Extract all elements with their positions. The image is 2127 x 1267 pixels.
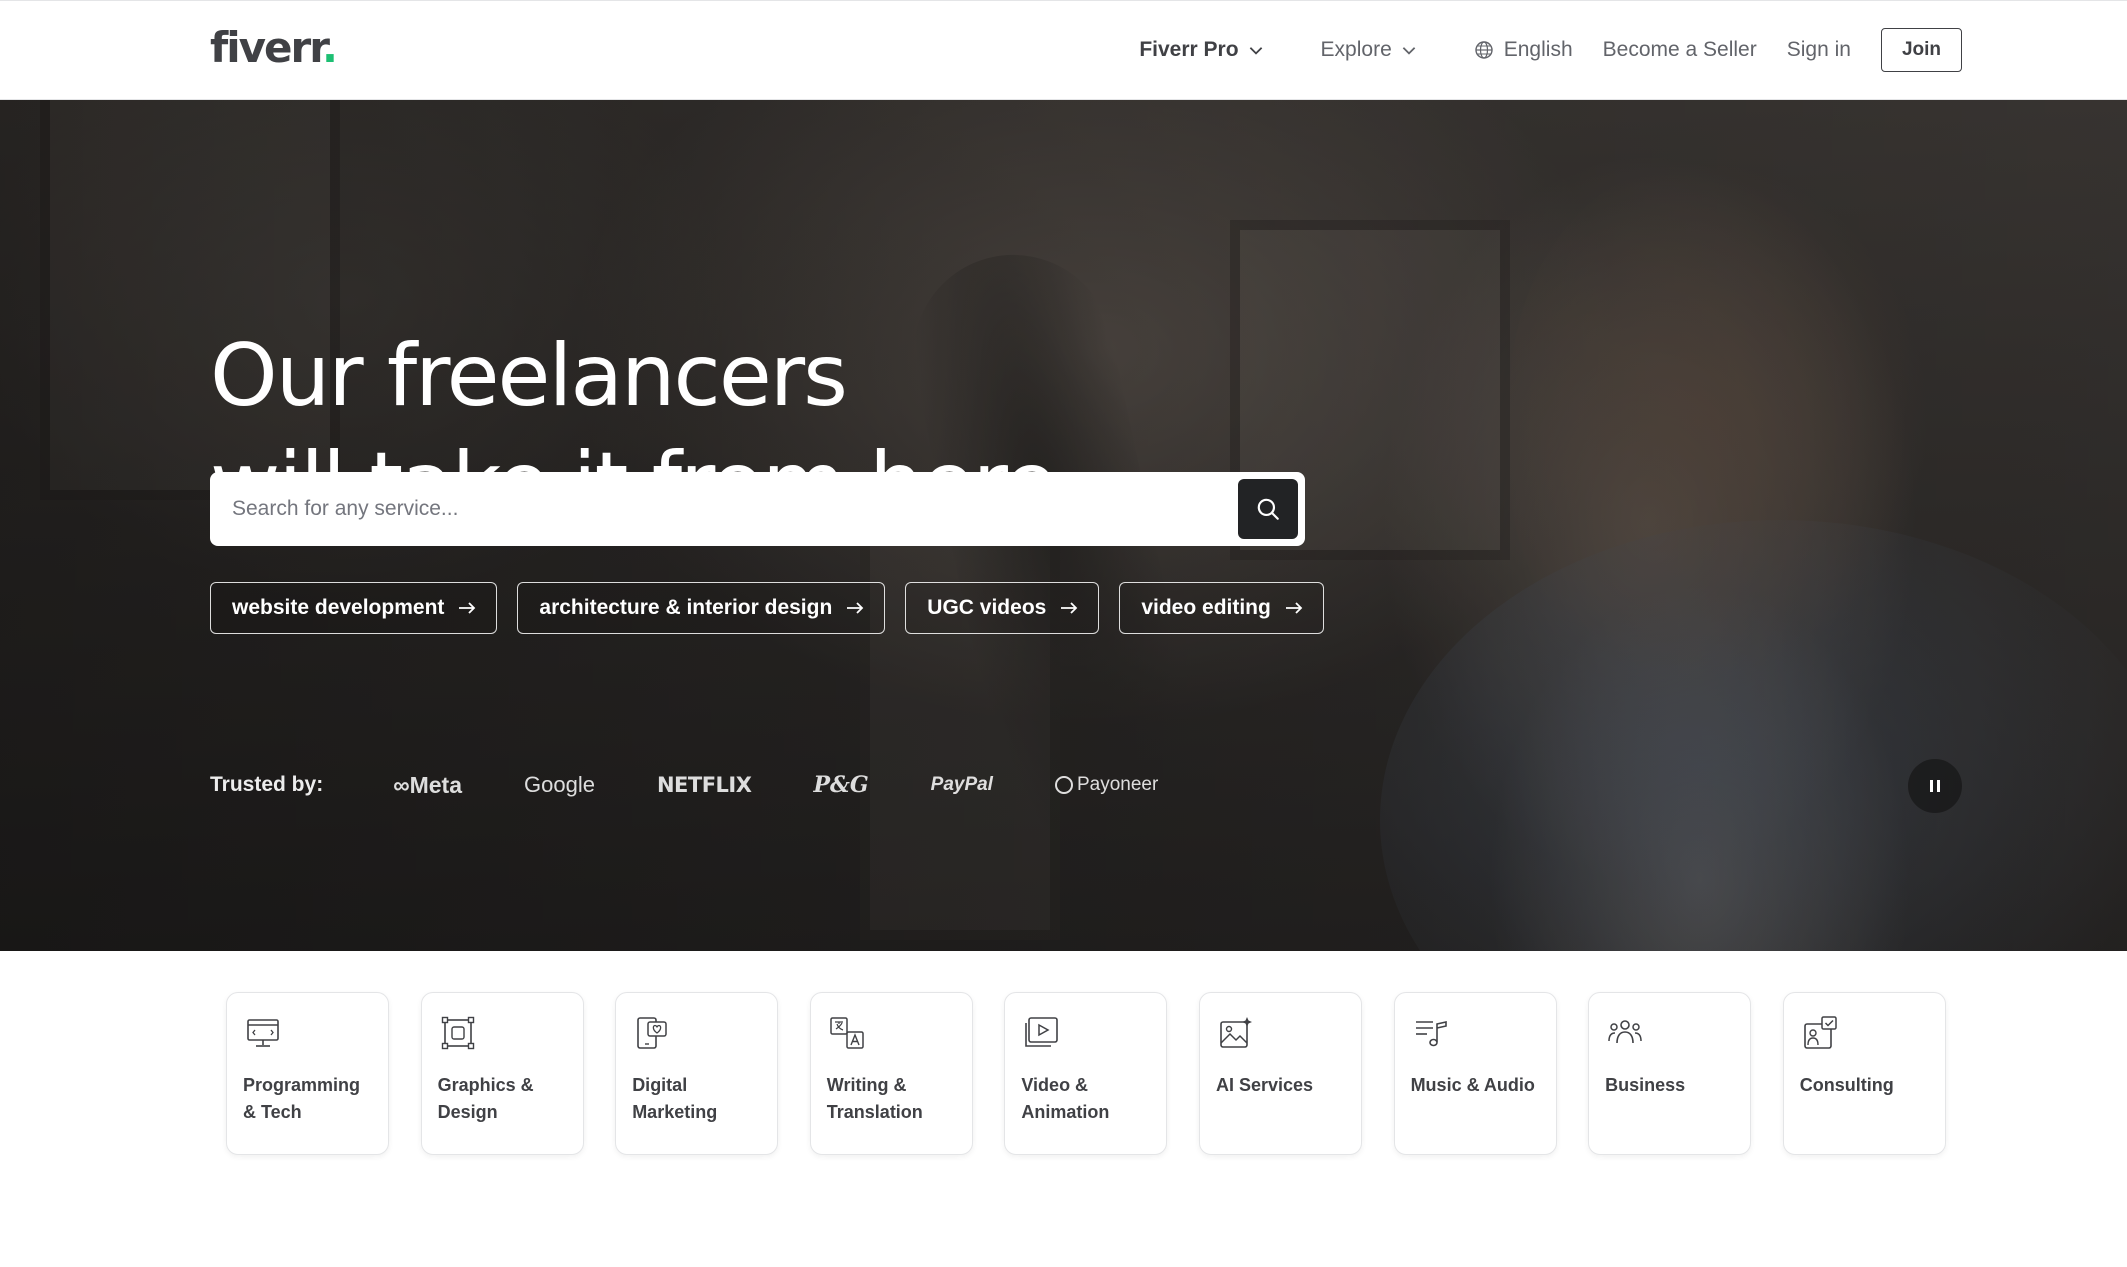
category-label: Graphics & Design — [437, 1075, 534, 1122]
category-label: Digital Marketing — [632, 1075, 718, 1122]
ai-image-icon — [1220, 1017, 1252, 1048]
trusted-by-row: Trusted by: ∞Meta Google NETFLIX P&G Pay… — [210, 760, 1220, 810]
join-button[interactable]: Join — [1880, 28, 1962, 72]
chip-website-development[interactable]: website development — [210, 582, 498, 634]
category-label: Business — [1605, 1075, 1686, 1095]
search-button[interactable] — [1238, 479, 1298, 539]
category-video-animation[interactable]: Video & Animation — [1004, 992, 1168, 1155]
people-group-icon — [1608, 1020, 1642, 1044]
search-input[interactable] — [210, 472, 1238, 546]
payoneer-ring-icon — [1054, 776, 1073, 794]
music-note-icon — [1415, 1021, 1447, 1047]
nav-fiverr-pro-label: Fiverr Pro — [1139, 38, 1239, 61]
meta-logo-text: Meta — [409, 771, 462, 798]
category-graphics-design[interactable]: Graphics & Design — [420, 992, 584, 1155]
top-header: fiverr. Fiverr Pro Explore English Becom… — [0, 0, 2127, 100]
nav-fiverr-pro[interactable]: Fiverr Pro — [1139, 38, 1264, 62]
chip-label: video editing — [1141, 596, 1271, 619]
translate-icon — [830, 1017, 864, 1049]
google-logo: Google — [524, 772, 595, 797]
nav-language[interactable]: English — [1474, 38, 1573, 62]
category-label: Music & Audio — [1410, 1075, 1535, 1095]
category-music-audio[interactable]: Music & Audio — [1393, 992, 1557, 1155]
category-cards: Programming & Tech Graphics & Design Dig… — [226, 992, 1977, 1155]
suggestion-chips: website development architecture & inter… — [210, 582, 1344, 634]
fiverr-logo[interactable]: fiverr. — [210, 23, 338, 72]
chip-label: UGC videos — [927, 596, 1047, 619]
chip-label: architecture & interior design — [539, 596, 833, 619]
logo-dot: . — [321, 23, 338, 72]
monitor-code-icon — [247, 1019, 279, 1047]
arrow-right-icon — [847, 602, 864, 614]
pg-logo: P&G — [813, 772, 869, 798]
nav-explore[interactable]: Explore — [1321, 38, 1418, 62]
arrow-right-icon — [1061, 602, 1078, 614]
category-label: Writing & Translation — [826, 1075, 923, 1122]
chevron-down-icon — [1249, 47, 1262, 55]
nav-sign-in[interactable]: Sign in — [1787, 38, 1851, 62]
chip-architecture-interior-design[interactable]: architecture & interior design — [517, 582, 886, 634]
nav-explore-label: Explore — [1320, 38, 1392, 61]
category-label: Consulting — [1799, 1075, 1894, 1095]
payoneer-logo: Payoneer — [1054, 774, 1159, 796]
category-ai-services[interactable]: AI Services — [1198, 992, 1362, 1155]
pause-icon — [1928, 780, 1942, 792]
category-programming-tech[interactable]: Programming & Tech — [226, 992, 389, 1155]
category-writing-translation[interactable]: Writing & Translation — [809, 992, 973, 1155]
payoneer-logo-text: Payoneer — [1076, 774, 1159, 795]
consulting-chart-icon — [1803, 1016, 1837, 1049]
paypal-logo: PayPal — [930, 774, 993, 795]
category-label: Programming & Tech — [243, 1075, 361, 1122]
arrow-right-icon — [459, 602, 476, 614]
search-icon — [1257, 498, 1279, 520]
chip-ugc-videos[interactable]: UGC videos — [905, 582, 1100, 634]
category-consulting[interactable]: Consulting — [1782, 992, 1946, 1155]
nav-become-seller[interactable]: Become a Seller — [1603, 38, 1757, 62]
arrow-right-icon — [1285, 602, 1303, 614]
globe-icon — [1475, 41, 1493, 59]
nav-language-label: English — [1503, 38, 1573, 61]
search-bar — [210, 472, 1305, 546]
chevron-down-icon — [1402, 47, 1416, 55]
category-digital-marketing[interactable]: Digital Marketing — [615, 992, 779, 1155]
design-frame-icon — [441, 1016, 474, 1050]
video-play-icon — [1025, 1017, 1059, 1047]
hero-title-line-1: Our freelancers — [210, 326, 848, 426]
logo-text: fiverr — [210, 23, 324, 72]
netflix-logo: NETFLIX — [656, 773, 752, 797]
meta-logo: ∞Meta — [393, 771, 462, 798]
chip-video-editing[interactable]: video editing — [1119, 582, 1324, 634]
category-label: Video & Animation — [1021, 1075, 1110, 1122]
phone-heart-icon — [637, 1017, 667, 1049]
chip-label: website development — [232, 596, 445, 619]
category-label: AI Services — [1215, 1075, 1314, 1095]
video-pause-button[interactable] — [1908, 759, 1962, 813]
category-business[interactable]: Business — [1588, 992, 1752, 1155]
trusted-label: Trusted by: — [210, 773, 324, 796]
top-nav: Fiverr Pro Explore English Become a Sell… — [1109, 1, 1962, 99]
